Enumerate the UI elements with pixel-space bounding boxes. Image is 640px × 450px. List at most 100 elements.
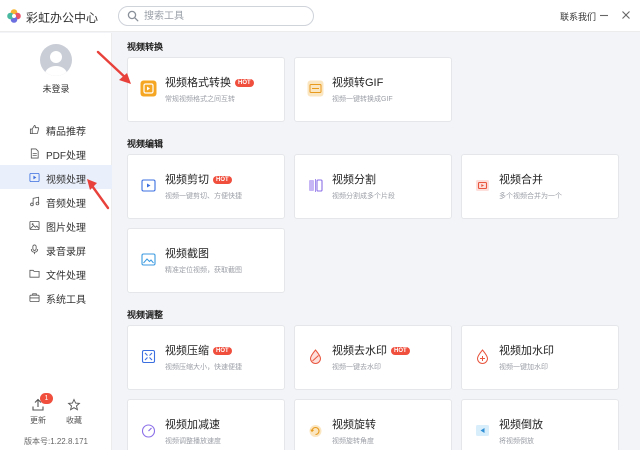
sidebar-item-system-tools[interactable]: 系统工具: [0, 285, 112, 309]
sidebar-item-video[interactable]: 视频处理: [0, 165, 112, 189]
card-title: 视频格式转换: [165, 77, 231, 89]
card-title: 视频倒放: [499, 419, 543, 431]
hot-badge: HOT: [213, 176, 232, 184]
sidebar-item-audio[interactable]: 音频处理: [0, 189, 112, 213]
video-screenshot-icon: [141, 253, 156, 266]
card-video-to-gif[interactable]: 视频转GIF 视频一键转换成GIF: [294, 57, 452, 122]
card-description: 视频分割成多个片段: [332, 193, 395, 200]
card-title: 视频压缩: [165, 345, 209, 357]
card-title: 视频合并: [499, 174, 543, 186]
star-icon: [67, 398, 81, 411]
card-description: 多个视频合并为一个: [499, 193, 562, 200]
pdf-icon: [30, 148, 39, 159]
sidebar-nav: 精品推荐 PDF处理 视频处理 音频处理 图片处理 录音录屏 文件处理 系统工具: [0, 117, 112, 309]
avatar[interactable]: [40, 44, 72, 76]
sidebar-item-label: 系统工具: [46, 295, 86, 306]
sidebar-item-label: 音频处理: [46, 199, 86, 210]
update-count-badge: 1: [40, 393, 53, 404]
card-title: 视频分割: [332, 174, 376, 186]
card-video-screenshot[interactable]: 视频截图 精准定位视频，获取截图: [127, 228, 285, 293]
thumbs-up-icon: [29, 124, 40, 135]
contact-us-link[interactable]: 联系我们: [560, 10, 596, 23]
minimize-icon[interactable]: [598, 9, 610, 21]
card-video-cut[interactable]: 视频剪切 HOT 视频一键剪切、方便快捷: [127, 154, 285, 219]
card-description: 将视频倒放: [499, 438, 534, 445]
main-content: 视频转换 视频格式转换 HOT 常规视频格式之间互转 视频转GIF 视频一键转换成…: [113, 33, 640, 450]
favorite-label: 收藏: [66, 416, 82, 425]
card-description: 视频一键加水印: [499, 364, 548, 371]
card-description: 视频调整播放速度: [165, 438, 221, 445]
card-video-reverse[interactable]: 视频倒放 将视频倒放: [461, 399, 619, 450]
sidebar-item-image[interactable]: 图片处理: [0, 213, 112, 237]
card-description: 视频旋转角度: [332, 438, 374, 445]
sidebar: 未登录 精品推荐 PDF处理 视频处理 音频处理 图片处理 录音录屏 文件处理 …: [0, 33, 112, 450]
sidebar-item-label: 录音录屏: [46, 247, 86, 258]
card-description: 视频一键剪切、方便快捷: [165, 193, 242, 200]
rainbow-logo-icon: [7, 9, 21, 23]
search-box[interactable]: [118, 6, 314, 26]
card-title: 视频剪切: [165, 174, 209, 186]
folder-icon: [29, 269, 40, 278]
sidebar-item-recording[interactable]: 录音录屏: [0, 237, 112, 261]
sidebar-item-recommended[interactable]: 精品推荐: [0, 117, 112, 141]
close-icon[interactable]: [620, 9, 632, 21]
card-video-merge[interactable]: 视频合并 多个视频合并为一个: [461, 154, 619, 219]
speed-icon: [141, 424, 156, 438]
card-title: 视频加减速: [165, 419, 220, 431]
version-text: 版本号:1.22.8.171: [23, 437, 89, 446]
section-title-video-adjust: 视频调整: [127, 310, 164, 320]
video-cut-icon: [141, 179, 156, 192]
sidebar-item-label: 文件处理: [46, 271, 86, 282]
video-format-convert-icon: [140, 80, 157, 97]
watermark-add-icon: [476, 349, 489, 364]
sidebar-item-file[interactable]: 文件处理: [0, 261, 112, 285]
sidebar-item-label: PDF处理: [46, 151, 86, 162]
sidebar-item-label: 视频处理: [46, 175, 86, 186]
card-description: 精准定位视频，获取截图: [165, 267, 242, 274]
search-input[interactable]: [144, 9, 304, 23]
card-description: 常规视频格式之间互转: [165, 96, 235, 103]
card-description: 视频压缩大小，快速便捷: [165, 364, 242, 371]
reverse-icon: [476, 425, 489, 436]
card-video-speed[interactable]: 视频加减速 视频调整播放速度: [127, 399, 285, 450]
watermark-remove-icon: [309, 349, 322, 364]
update-label: 更新: [30, 416, 46, 425]
card-video-add-watermark[interactable]: 视频加水印 视频一键加水印: [461, 325, 619, 390]
image-icon: [29, 220, 40, 231]
card-video-remove-watermark[interactable]: 视频去水印 HOT 视频一键去水印: [294, 325, 452, 390]
app-title: 彩虹办公中心: [26, 11, 99, 25]
card-video-split[interactable]: 视频分割 视频分割成多个片段: [294, 154, 452, 219]
search-icon: [127, 10, 139, 22]
card-title: 视频截图: [165, 248, 209, 260]
card-title: 视频加水印: [499, 345, 554, 357]
card-title: 视频旋转: [332, 419, 376, 431]
user-icon: [45, 51, 67, 76]
section-title-video-edit: 视频编辑: [127, 139, 164, 149]
sidebar-footer: 更新 1 收藏 版本号:1.22.8.171: [0, 393, 112, 450]
music-icon: [30, 196, 40, 207]
card-video-compress[interactable]: 视频压缩 HOT 视频压缩大小，快速便捷: [127, 325, 285, 390]
microphone-icon: [30, 244, 39, 255]
card-description: 视频一键转换成GIF: [332, 96, 393, 103]
sidebar-item-pdf[interactable]: PDF处理: [0, 141, 112, 165]
video-icon: [29, 172, 40, 183]
sidebar-item-label: 精品推荐: [46, 127, 86, 138]
rotate-icon: [309, 425, 322, 437]
section-title-video-convert: 视频转换: [127, 42, 164, 52]
hot-badge: HOT: [213, 347, 232, 355]
hot-badge: HOT: [235, 79, 254, 87]
video-split-icon: [309, 179, 323, 192]
video-compress-icon: [141, 349, 156, 364]
card-description: 视频一键去水印: [332, 364, 381, 371]
gif-icon: [307, 80, 324, 97]
toolbox-icon: [29, 293, 40, 303]
card-video-rotate[interactable]: 视频旋转 视频旋转角度: [294, 399, 452, 450]
card-title: 视频转GIF: [332, 77, 384, 89]
video-merge-icon: [476, 180, 489, 191]
card-video-format-convert[interactable]: 视频格式转换 HOT 常规视频格式之间互转: [127, 57, 285, 122]
header: 彩虹办公中心 联系我们: [0, 0, 640, 32]
hot-badge: HOT: [391, 347, 410, 355]
login-status[interactable]: 未登录: [0, 82, 112, 95]
sidebar-item-label: 图片处理: [46, 223, 86, 234]
favorite-button[interactable]: 收藏: [61, 398, 87, 426]
